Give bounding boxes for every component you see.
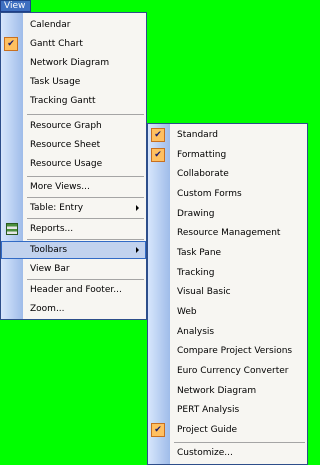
menu-item-more-views[interactable]: More Views... xyxy=(1,178,146,196)
toolbar-item-web[interactable]: Web xyxy=(148,303,307,321)
menu-item-network-diagram[interactable]: Network Diagram xyxy=(1,54,146,72)
toolbar-item-customize[interactable]: Customize... xyxy=(148,444,307,462)
toolbar-item-pert-analysis[interactable]: PERT Analysis xyxy=(148,401,307,419)
menu-item-resource-sheet[interactable]: Resource Sheet xyxy=(1,136,146,154)
toolbar-item-analysis[interactable]: Analysis xyxy=(148,323,307,341)
reports-icon xyxy=(6,223,18,235)
menu-item-reports[interactable]: Reports... xyxy=(1,220,146,238)
toolbar-item-task-pane[interactable]: Task Pane xyxy=(148,244,307,262)
menu-item-tracking-gantt[interactable]: Tracking Gantt xyxy=(1,92,146,110)
menu-item-toolbars[interactable]: Toolbars xyxy=(1,241,146,259)
menu-item-resource-graph[interactable]: Resource Graph xyxy=(1,117,146,135)
toolbar-item-network-diagram[interactable]: Network Diagram xyxy=(148,382,307,400)
submenu-arrow-icon xyxy=(136,205,139,211)
submenu-arrow-icon xyxy=(136,247,139,253)
menu-item-task-usage[interactable]: Task Usage xyxy=(1,73,146,91)
toolbar-item-custom-forms[interactable]: Custom Forms xyxy=(148,185,307,203)
menu-item-gantt-chart[interactable]: ✔ Gantt Chart xyxy=(1,35,146,53)
toolbar-item-collaborate[interactable]: Collaborate xyxy=(148,165,307,183)
toolbar-item-project-guide[interactable]: ✔ Project Guide xyxy=(148,421,307,439)
menu-item-resource-usage[interactable]: Resource Usage xyxy=(1,155,146,173)
menu-view[interactable]: View xyxy=(0,0,31,12)
checkmark-icon: ✔ xyxy=(151,423,165,437)
checkmark-icon: ✔ xyxy=(151,148,165,162)
toolbar-item-euro-currency-converter[interactable]: Euro Currency Converter xyxy=(148,362,307,380)
toolbar-item-standard[interactable]: ✔ Standard xyxy=(148,126,307,144)
menu-item-table-entry[interactable]: Table: Entry xyxy=(1,199,146,217)
toolbar-item-resource-management[interactable]: Resource Management xyxy=(148,224,307,242)
toolbar-item-visual-basic[interactable]: Visual Basic xyxy=(148,283,307,301)
toolbar-item-formatting[interactable]: ✔ Formatting xyxy=(148,146,307,164)
checkmark-icon: ✔ xyxy=(4,37,18,51)
toolbar-item-drawing[interactable]: Drawing xyxy=(148,205,307,223)
menu-item-zoom[interactable]: Zoom... xyxy=(1,300,146,318)
checkmark-icon: ✔ xyxy=(151,128,165,142)
menu-item-header-footer[interactable]: Header and Footer... xyxy=(1,281,146,299)
toolbar-item-tracking[interactable]: Tracking xyxy=(148,264,307,282)
toolbars-submenu: ✔ Standard ✔ Formatting Collaborate Cust… xyxy=(147,123,308,465)
menu-item-calendar[interactable]: Calendar xyxy=(1,16,146,34)
menu-item-view-bar[interactable]: View Bar xyxy=(1,260,146,278)
toolbar-item-compare-project-versions[interactable]: Compare Project Versions xyxy=(148,342,307,360)
view-menu: Calendar ✔ Gantt Chart Network Diagram T… xyxy=(0,12,147,320)
